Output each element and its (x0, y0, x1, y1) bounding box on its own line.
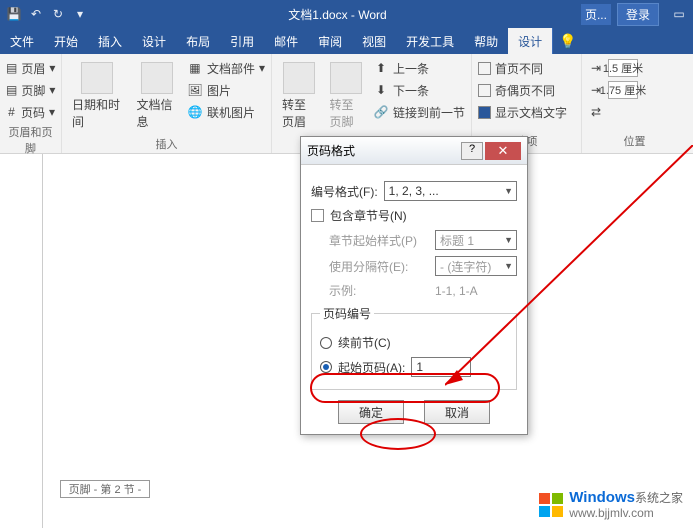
link-icon: 🔗 (373, 104, 389, 120)
group-label: 页眉和页脚 (6, 122, 55, 156)
qat-dropdown-icon[interactable]: ▾ (72, 6, 88, 22)
page-number-button[interactable]: #页码 ▾ (6, 102, 55, 122)
save-icon[interactable]: 💾 (6, 6, 22, 22)
footer-section-label: 页脚 - 第 2 节 - (60, 480, 150, 498)
include-chapter-checkbox[interactable] (311, 209, 324, 222)
chapter-style-combo: 标题 1 (435, 230, 517, 250)
separator-label: 使用分隔符(E): (329, 258, 429, 275)
checkbox-checked-icon (478, 106, 491, 119)
cancel-button[interactable]: 取消 (424, 400, 490, 424)
page-number-icon: # (6, 104, 17, 120)
group-header-footer: ▤页眉 ▾ ▤页脚 ▾ #页码 ▾ 页眉和页脚 (0, 54, 62, 153)
goto-header-button[interactable]: 转至页眉 (278, 58, 319, 134)
include-chapter-label: 包含章节号(N) (330, 207, 407, 224)
help-button[interactable]: ? (461, 142, 483, 160)
tab-review[interactable]: 审阅 (308, 28, 352, 54)
show-doc-text-check[interactable]: 显示文档文字 (478, 102, 575, 122)
start-at-label: 起始页码(A): (338, 359, 405, 376)
next-icon: ⬇ (373, 82, 389, 98)
insert-alignment-tab[interactable]: ⇄ (588, 102, 681, 122)
example-label: 示例: (329, 282, 429, 299)
tab-references[interactable]: 引用 (220, 28, 264, 54)
tab-design[interactable]: 设计 (132, 28, 176, 54)
start-at-radio[interactable] (320, 361, 332, 373)
redo-icon[interactable]: ↻ (50, 6, 66, 22)
tab-icon: ⇄ (588, 104, 604, 120)
previous-button[interactable]: ⬆上一条 (373, 58, 465, 78)
goto-header-icon (283, 62, 315, 94)
quick-parts-button[interactable]: ▦文档部件 ▾ (187, 58, 265, 78)
group-insert: 日期和时间 文档信息 ▦文档部件 ▾ 🖼图片 🌐联机图片 插入 (62, 54, 272, 153)
document-title: 文档1.docx - Word (94, 6, 581, 23)
watermark: Windows系统之家www.bjjmlv.com (537, 489, 683, 520)
previous-icon: ⬆ (373, 60, 389, 76)
header-icon: ▤ (6, 60, 17, 76)
example-value: 1-1, 1-A (435, 284, 478, 298)
tell-me-icon[interactable]: 💡 (552, 28, 582, 54)
quick-parts-icon: ▦ (187, 60, 203, 76)
goto-footer-button: 转至页脚 (325, 58, 366, 134)
tab-layout[interactable]: 布局 (176, 28, 220, 54)
footer-icon: ▤ (6, 82, 17, 98)
checkbox-icon (478, 62, 491, 75)
group-position: ⇥1.5 厘米 ⇥1.75 厘米 ⇄ 位置 (582, 54, 687, 153)
date-time-button[interactable]: 日期和时间 (68, 58, 127, 134)
format-label: 编号格式(F): (311, 183, 378, 200)
group-label: 位置 (588, 131, 681, 149)
tab-view[interactable]: 视图 (352, 28, 396, 54)
picture-icon: 🖼 (187, 82, 203, 98)
next-button[interactable]: ⬇下一条 (373, 80, 465, 100)
online-pictures-button[interactable]: 🌐联机图片 (187, 102, 265, 122)
document-info-button[interactable]: 文档信息 (133, 58, 181, 134)
continue-label: 续前节(C) (338, 334, 391, 351)
quick-access: 💾 ↶ ↻ ▾ (0, 6, 94, 22)
tab-insert[interactable]: 插入 (88, 28, 132, 54)
header-pos-icon: ⇥ (588, 60, 604, 76)
header-position[interactable]: ⇥1.5 厘米 (588, 58, 681, 78)
title-bar: 💾 ↶ ↻ ▾ 文档1.docx - Word 页... 登录 ▭ (0, 0, 693, 28)
page-numbering-legend: 页码编号 (320, 305, 374, 322)
page-number-format-dialog: 页码格式 ? ✕ 编号格式(F): 1, 2, 3, ... 包含章节号(N) … (300, 136, 528, 435)
pictures-button[interactable]: 🖼图片 (187, 80, 265, 100)
ribbon-tabs: 文件 开始 插入 设计 布局 引用 邮件 审阅 视图 开发工具 帮助 设计 💡 (0, 28, 693, 54)
windows-logo-icon (537, 491, 565, 519)
chapter-style-label: 章节起始样式(P) (329, 232, 429, 249)
tab-mailings[interactable]: 邮件 (264, 28, 308, 54)
date-time-icon (81, 62, 113, 94)
page-numbering-fieldset: 页码编号 续前节(C) 起始页码(A): 1 (311, 305, 517, 390)
goto-footer-icon (330, 62, 362, 94)
link-previous-button[interactable]: 🔗链接到前一节 (373, 102, 465, 122)
undo-icon[interactable]: ↶ (28, 6, 44, 22)
separator-combo: - (连字符) (435, 256, 517, 276)
close-button[interactable]: ✕ (485, 142, 521, 160)
tab-home[interactable]: 开始 (44, 28, 88, 54)
tab-header-design[interactable]: 设计 (508, 28, 552, 54)
diff-odd-even-check[interactable]: 奇偶页不同 (478, 80, 575, 100)
start-at-input[interactable]: 1 (411, 357, 471, 377)
checkbox-icon (478, 84, 491, 97)
document-info-icon (141, 62, 173, 94)
continue-radio[interactable] (320, 337, 332, 349)
group-label: 插入 (68, 134, 265, 152)
ok-button[interactable]: 确定 (338, 400, 404, 424)
footer-position[interactable]: ⇥1.75 厘米 (588, 80, 681, 100)
tab-developer[interactable]: 开发工具 (396, 28, 464, 54)
vertical-ruler (25, 154, 43, 528)
header-button[interactable]: ▤页眉 ▾ (6, 58, 55, 78)
online-picture-icon: 🌐 (187, 104, 203, 120)
dialog-titlebar: 页码格式 ? ✕ (301, 137, 527, 165)
login-button[interactable]: 登录 (617, 3, 659, 26)
tab-help[interactable]: 帮助 (464, 28, 508, 54)
page-button[interactable]: 页... (581, 4, 611, 25)
format-combo[interactable]: 1, 2, 3, ... (384, 181, 517, 201)
dialog-title: 页码格式 (307, 142, 355, 159)
footer-button[interactable]: ▤页脚 ▾ (6, 80, 55, 100)
ribbon-options-icon[interactable]: ▭ (671, 6, 687, 22)
tab-file[interactable]: 文件 (0, 28, 44, 54)
diff-first-page-check[interactable]: 首页不同 (478, 58, 575, 78)
